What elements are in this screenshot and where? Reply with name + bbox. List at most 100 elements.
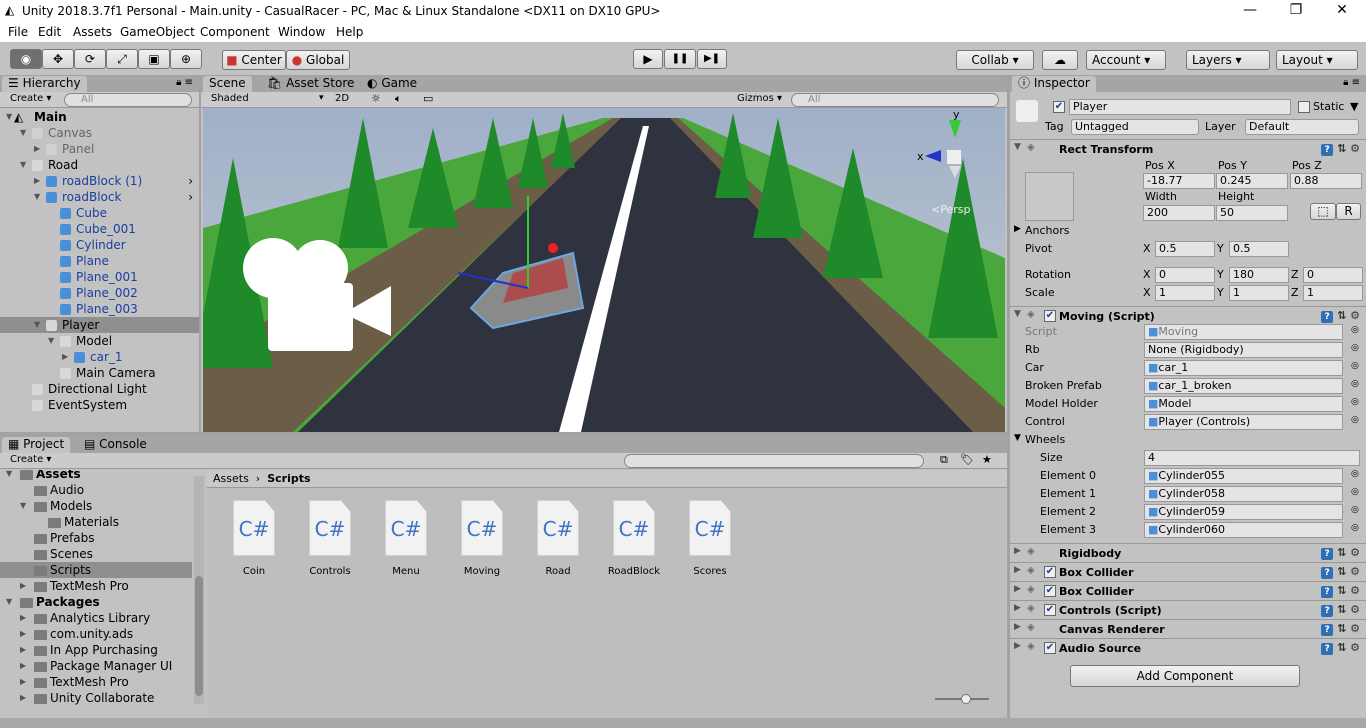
pivot-y-field[interactable]: 0.5 (1229, 241, 1289, 257)
audio-toggle-icon[interactable]: 🔈︎ (395, 92, 402, 106)
hierarchy-item[interactable]: ▼ Player (0, 317, 199, 333)
object-reference-field[interactable]: ■car_1 (1144, 360, 1343, 376)
project-create-button[interactable]: Create ▾ (10, 454, 51, 465)
breadcrumb-assets[interactable]: Assets (213, 472, 249, 485)
menu-edit[interactable]: Edit (38, 25, 61, 39)
component-menu-icons[interactable]: ? ⇅ ⚙ (1321, 142, 1360, 156)
transform-tool-button[interactable]: ⊕ (170, 49, 202, 69)
expand-arrow-icon[interactable]: ▶ (20, 690, 26, 706)
script-asset[interactable]: C# Moving (452, 500, 512, 577)
maximize-button[interactable]: ❐ (1273, 2, 1319, 18)
lighting-toggle-icon[interactable]: ☼ (371, 92, 381, 105)
expand-arrow-icon[interactable]: ▶ (20, 642, 26, 658)
component-enabled-checkbox[interactable]: ✔ (1044, 566, 1056, 578)
object-picker-icon[interactable]: ◎ (1351, 415, 1359, 425)
component-header[interactable]: ▼ ◈ Rect Transform ? ⇅ ⚙ (1010, 139, 1366, 158)
view-tool-button[interactable]: ◉ (10, 49, 42, 69)
wheel-element-field[interactable]: ■Cylinder058 (1144, 486, 1343, 502)
script-asset[interactable]: C# Scores (680, 500, 740, 577)
expand-arrow-icon[interactable]: ▶ (20, 626, 26, 642)
collab-button[interactable]: Collab ▾ (956, 50, 1034, 70)
component-header[interactable]: ▶ ◈ Rigidbody ? ⇅ ⚙ (1010, 543, 1366, 562)
project-folder[interactable]: Audio (0, 482, 192, 498)
expand-arrow-icon[interactable]: ▶ (62, 349, 68, 365)
lock-icon[interactable]: 🔒︎ ≡ (176, 77, 193, 88)
width-field[interactable]: 200 (1143, 205, 1215, 221)
object-picker-icon[interactable]: ◎ (1351, 505, 1359, 515)
object-picker-icon[interactable]: ◎ (1351, 379, 1359, 389)
scale-y-field[interactable]: 1 (1229, 285, 1289, 301)
component-menu-icons[interactable]: ? ⇅ ⚙ (1321, 584, 1360, 598)
anchors-arrow-icon[interactable]: ▶ (1014, 224, 1021, 234)
project-folder[interactable]: ▶ Analytics Library (0, 610, 192, 626)
expand-arrow-icon[interactable]: ▼ (34, 189, 40, 205)
foldout-arrow-icon[interactable]: ▶ (1014, 603, 1021, 613)
component-header[interactable]: ▶ ◈ ✔ Box Collider ? ⇅ ⚙ (1010, 581, 1366, 600)
hierarchy-item[interactable]: ▶ car_1 (0, 349, 199, 365)
tab-console[interactable]: ▤ Console (78, 437, 153, 453)
hierarchy-item[interactable]: ▼ Model (0, 333, 199, 349)
layout-dropdown[interactable]: Layout ▾ (1276, 50, 1358, 70)
hierarchy-item[interactable]: ▶ roadBlock (1) › (0, 173, 199, 189)
project-tree-scrollbar[interactable] (194, 476, 204, 704)
expand-arrow-icon[interactable]: ▶ (34, 141, 40, 157)
expand-arrow-icon[interactable]: ▶ (34, 173, 40, 189)
scene-viewport[interactable]: y x <Persp (203, 108, 1005, 432)
tag-dropdown[interactable]: Untagged (1071, 119, 1199, 135)
object-picker-icon[interactable]: ◎ (1351, 487, 1359, 497)
close-button[interactable]: ✕ (1319, 2, 1365, 18)
menu-assets[interactable]: Assets (73, 25, 112, 39)
object-picker-icon[interactable]: ◎ (1351, 343, 1359, 353)
filter-type-icon[interactable]: ⧉ (940, 453, 948, 467)
tab-game[interactable]: ◐ Game (361, 76, 423, 92)
component-header[interactable]: ▶ ◈ Canvas Renderer ? ⇅ ⚙ (1010, 619, 1366, 638)
component-menu-icons[interactable]: ? ⇅ ⚙ (1321, 603, 1360, 617)
scale-tool-button[interactable]: ⤢ (106, 49, 138, 69)
expand-arrow-icon[interactable]: ▶ (20, 610, 26, 626)
hierarchy-item[interactable]: Plane_003 (0, 301, 199, 317)
expand-arrow-icon[interactable]: ▼ (6, 109, 12, 125)
expand-arrow-icon[interactable]: ▶ (20, 674, 26, 690)
component-menu-icons[interactable]: ? ⇅ ⚙ (1321, 546, 1360, 560)
component-header[interactable]: ▶ ◈ ✔ Audio Source ? ⇅ ⚙ (1010, 638, 1366, 657)
open-prefab-arrow-icon[interactable]: › (188, 189, 193, 205)
script-asset[interactable]: C# RoadBlock (604, 500, 664, 577)
foldout-arrow-icon[interactable]: ▶ (1014, 584, 1021, 594)
menu-window[interactable]: Window (278, 25, 325, 39)
pos-x-field[interactable]: -18.77 (1143, 173, 1215, 189)
scale-x-field[interactable]: 1 (1155, 285, 1215, 301)
effects-toggle-icon[interactable]: ▭ (423, 92, 433, 105)
object-picker-icon[interactable]: ◎ (1351, 325, 1359, 335)
shading-mode-dropdown[interactable]: Shaded (211, 93, 249, 104)
hierarchy-item[interactable]: Cylinder (0, 237, 199, 253)
anchor-presets-button[interactable] (1025, 172, 1074, 221)
foldout-arrow-icon[interactable]: ▶ (1014, 641, 1021, 651)
pivot-center-button[interactable]: ■ Center (222, 50, 286, 70)
blueprint-mode-button[interactable]: ⬚ (1310, 203, 1336, 220)
hierarchy-item[interactable]: Plane_001 (0, 269, 199, 285)
add-component-button[interactable]: Add Component (1070, 665, 1300, 687)
expand-arrow-icon[interactable]: ▼ (6, 470, 12, 482)
component-enabled-checkbox[interactable]: ✔ (1044, 310, 1056, 322)
wheel-element-field[interactable]: ■Cylinder059 (1144, 504, 1343, 520)
foldout-arrow-icon[interactable]: ▼ (1014, 142, 1021, 152)
hierarchy-item[interactable]: Directional Light (0, 381, 199, 397)
gameobject-cube-icon[interactable] (1016, 100, 1038, 122)
component-menu-icons[interactable]: ? ⇅ ⚙ (1321, 622, 1360, 636)
pivot-x-field[interactable]: 0.5 (1155, 241, 1215, 257)
scene-search-input[interactable]: All (791, 93, 999, 107)
wheel-element-field[interactable]: ■Cylinder060 (1144, 522, 1343, 538)
expand-arrow-icon[interactable]: ▼ (6, 594, 12, 610)
rotate-tool-button[interactable]: ⟳ (74, 49, 106, 69)
hierarchy-item[interactable]: ▼ Canvas (0, 125, 199, 141)
rotation-y-field[interactable]: 180 (1229, 267, 1289, 283)
component-header[interactable]: ▶ ◈ ✔ Box Collider ? ⇅ ⚙ (1010, 562, 1366, 581)
project-folder[interactable]: ▶ Unity Collaborate (0, 690, 192, 706)
project-folder[interactable]: Materials (0, 514, 192, 530)
open-prefab-arrow-icon[interactable]: › (188, 173, 193, 189)
x-axis-handle[interactable] (548, 243, 558, 253)
layer-dropdown[interactable]: Default (1245, 119, 1359, 135)
object-reference-field[interactable]: None (Rigidbody) (1144, 342, 1343, 358)
project-folder[interactable]: ▼ Assets (0, 470, 192, 482)
wheel-element-field[interactable]: ■Cylinder055 (1144, 468, 1343, 484)
